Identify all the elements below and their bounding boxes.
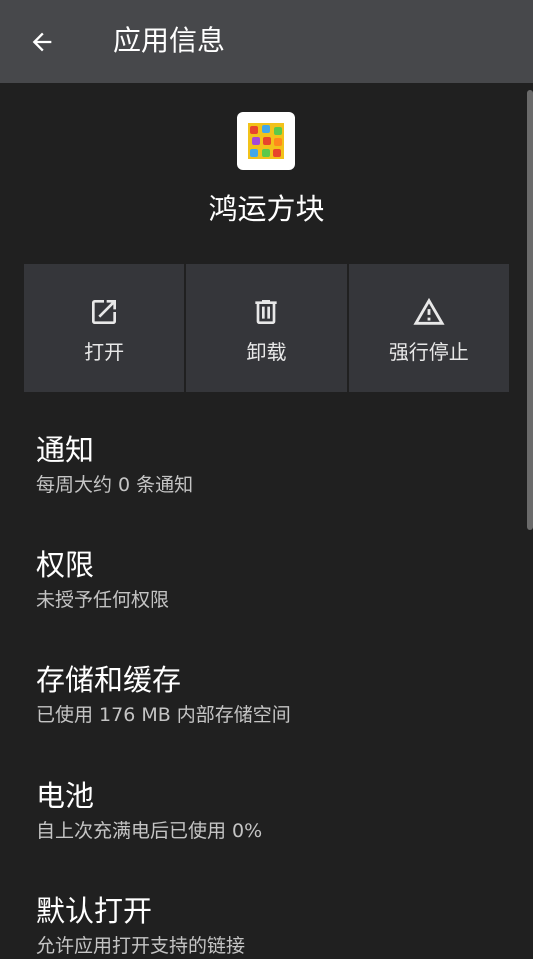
force-stop-button[interactable]: 强行停止: [348, 264, 509, 392]
settings-item-storage[interactable]: 存储和缓存 已使用 176 MB 内部存储空间: [36, 660, 496, 728]
arrow-left-icon: [32, 32, 52, 52]
settings-item-subtitle: 已使用 176 MB 内部存储空间: [36, 704, 291, 726]
settings-item-title: 默认打开: [36, 894, 153, 928]
page-title: 应用信息: [113, 24, 226, 57]
back-button[interactable]: [22, 22, 62, 62]
uninstall-label: 卸载: [246, 340, 287, 364]
game-logo-icon: [248, 123, 284, 159]
open-button[interactable]: 打开: [24, 264, 185, 392]
settings-item-open-by-default[interactable]: 默认打开 允许应用打开支持的链接: [36, 891, 496, 959]
settings-item-title: 存储和缓存: [36, 663, 182, 697]
settings-item-subtitle: 未授予任何权限: [36, 589, 170, 611]
uninstall-button[interactable]: 卸载: [186, 264, 347, 392]
settings-item-subtitle: 每周大约 0 条通知: [36, 474, 194, 496]
settings-item-subtitle: 允许应用打开支持的链接: [36, 935, 246, 957]
settings-item-subtitle: 自上次充满电后已使用 0%: [36, 820, 263, 842]
action-bar: 打开 卸载 强行停止: [24, 264, 509, 392]
app-name: 鸿运方块: [208, 192, 325, 226]
settings-item-battery[interactable]: 电池 自上次充满电后已使用 0%: [36, 776, 496, 844]
warning-icon: [411, 294, 447, 330]
open-external-icon: [86, 294, 122, 330]
settings-item-notifications[interactable]: 通知 每周大约 0 条通知: [36, 430, 496, 498]
open-label: 打开: [84, 340, 125, 364]
settings-item-title: 电池: [36, 779, 95, 813]
force-stop-label: 强行停止: [388, 340, 469, 364]
settings-item-title: 权限: [36, 548, 95, 582]
trash-icon: [248, 294, 284, 330]
scrollbar[interactable]: [527, 90, 533, 530]
settings-item-title: 通知: [36, 433, 95, 467]
app-bar: 应用信息: [0, 0, 533, 83]
app-icon: [237, 112, 295, 170]
settings-item-permissions[interactable]: 权限 未授予任何权限: [36, 545, 496, 613]
